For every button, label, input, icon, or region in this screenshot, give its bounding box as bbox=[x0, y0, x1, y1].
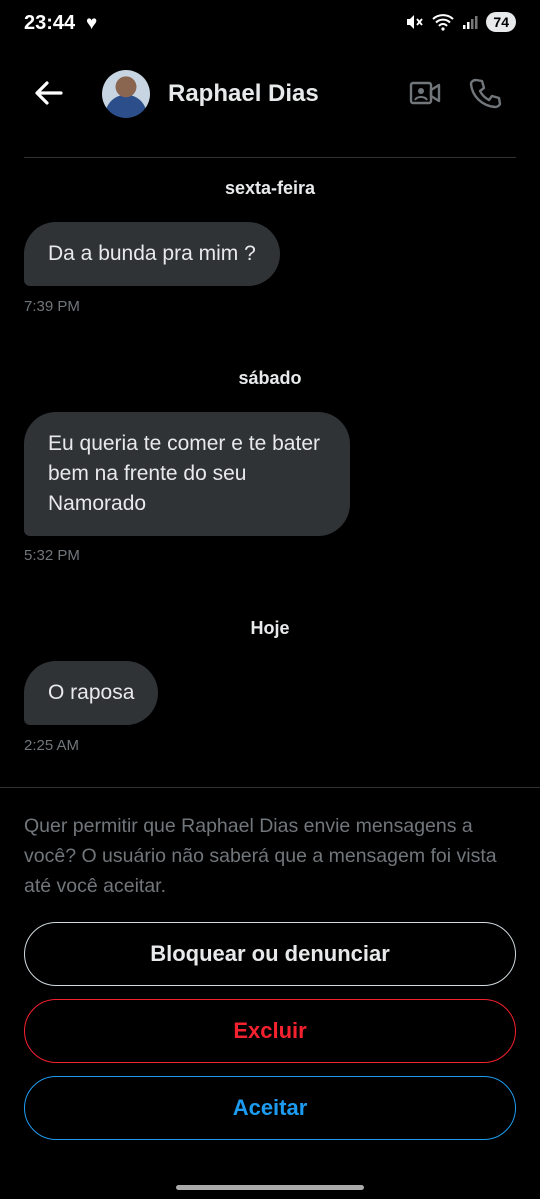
day-separator: sábado bbox=[238, 368, 302, 388]
message-bubble[interactable]: Eu queria te comer e te bater bem na fre… bbox=[24, 412, 350, 536]
accept-button[interactable]: Aceitar bbox=[24, 1076, 516, 1140]
wifi-icon bbox=[432, 14, 455, 31]
signal-icon bbox=[463, 16, 478, 29]
avatar[interactable] bbox=[102, 70, 150, 118]
heart-icon: ♥ bbox=[86, 13, 98, 34]
message-time: 2:25 AM bbox=[24, 737, 80, 754]
request-divider bbox=[0, 787, 540, 788]
phone-icon[interactable] bbox=[468, 76, 502, 110]
message-request-text: Quer permitir que Raphael Dias envie men… bbox=[24, 815, 497, 897]
video-call-icon[interactable] bbox=[408, 78, 442, 108]
battery-indicator: 74 bbox=[486, 12, 516, 32]
mute-icon bbox=[407, 15, 424, 29]
status-bar: 23:44 ♥ 74 bbox=[0, 0, 540, 50]
delete-button[interactable]: Excluir bbox=[24, 999, 516, 1063]
status-time: 23:44 bbox=[24, 12, 76, 34]
back-arrow-icon[interactable] bbox=[32, 76, 66, 110]
home-indicator[interactable] bbox=[176, 1185, 364, 1190]
message-bubble[interactable]: Da a bunda pra mim ? bbox=[24, 222, 280, 286]
message-time: 5:32 PM bbox=[24, 547, 80, 564]
conversation-header: Raphael Dias bbox=[0, 62, 540, 128]
day-separator: Hoje bbox=[250, 618, 290, 638]
message-time: 7:39 PM bbox=[24, 298, 80, 315]
status-icons: 74 bbox=[404, 12, 516, 32]
message-bubble[interactable]: O raposa bbox=[24, 661, 159, 725]
block-report-button[interactable]: Bloquear ou denunciar bbox=[24, 922, 516, 986]
day-separator: sexta-feira bbox=[224, 178, 316, 198]
header-divider bbox=[24, 157, 516, 158]
contact-name[interactable]: Raphael Dias bbox=[168, 80, 319, 108]
